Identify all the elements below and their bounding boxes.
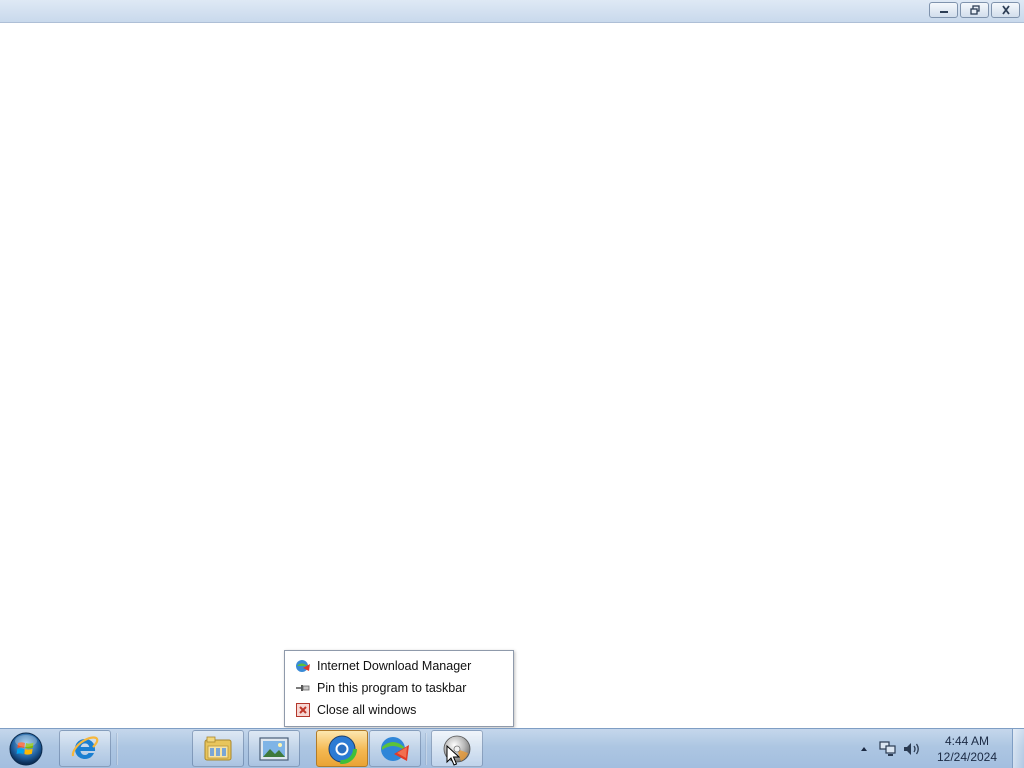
internet-explorer-icon <box>71 735 99 759</box>
globe-browser-icon <box>327 733 357 764</box>
volume-icon <box>904 742 919 755</box>
taskbar-divider <box>116 733 118 765</box>
close-window-red-icon <box>294 702 311 719</box>
taskbar-button-file-explorer[interactable] <box>192 730 244 767</box>
system-tray: 4:44 AM 12/24/2024 <box>852 729 1024 768</box>
jump-list-item-label: Close all windows <box>317 703 417 717</box>
caption-buttons <box>929 2 1020 18</box>
minimize-icon <box>939 11 948 13</box>
restore-button[interactable] <box>960 2 989 18</box>
jump-list-item-label: Internet Download Manager <box>317 659 472 673</box>
taskbar-jump-list: Internet Download Manager Pin this progr… <box>284 650 514 727</box>
jump-list-item-pin[interactable]: Pin this program to taskbar <box>285 677 513 699</box>
folder-library-icon <box>204 736 232 760</box>
restore-icon <box>969 5 980 15</box>
close-icon <box>1001 5 1010 15</box>
network-tray-button[interactable] <box>877 738 899 760</box>
windows-start-orb-icon <box>9 732 43 766</box>
taskbar-button-internet-download-manager[interactable] <box>369 730 421 767</box>
show-desktop-button[interactable] <box>1012 729 1024 768</box>
start-button[interactable] <box>5 731 47 767</box>
jump-list-item-close-all[interactable]: Close all windows <box>285 699 513 721</box>
pin-icon <box>294 680 311 697</box>
network-icon <box>879 740 896 756</box>
minimize-button[interactable] <box>929 2 958 18</box>
close-button[interactable] <box>991 2 1020 18</box>
jump-list-item-app[interactable]: Internet Download Manager <box>285 655 513 677</box>
window-content-area[interactable] <box>0 23 1024 728</box>
taskbar-button-internet-explorer[interactable] <box>59 730 111 767</box>
clock-time: 4:44 AM <box>944 733 990 748</box>
window-titlebar[interactable] <box>0 0 1024 23</box>
taskbar-button-picture-viewer[interactable] <box>248 730 300 767</box>
clock-date: 12/24/2024 <box>936 749 998 764</box>
taskbar-divider <box>425 733 427 765</box>
idm-globe-arrow-icon <box>294 658 311 675</box>
show-hidden-icons-button[interactable] <box>853 738 875 760</box>
jump-list-item-label: Pin this program to taskbar <box>317 681 467 695</box>
taskbar: 4:44 AM 12/24/2024 <box>0 728 1024 768</box>
mouse-cursor-icon <box>446 745 460 766</box>
idm-globe-arrow-icon <box>381 736 409 761</box>
show-hidden-icons-arrow <box>861 746 867 751</box>
taskbar-button-browser-app[interactable] <box>316 730 368 767</box>
image-viewer-icon <box>259 736 289 761</box>
volume-tray-button[interactable] <box>901 738 923 760</box>
taskbar-clock[interactable]: 4:44 AM 12/24/2024 <box>930 733 1004 765</box>
